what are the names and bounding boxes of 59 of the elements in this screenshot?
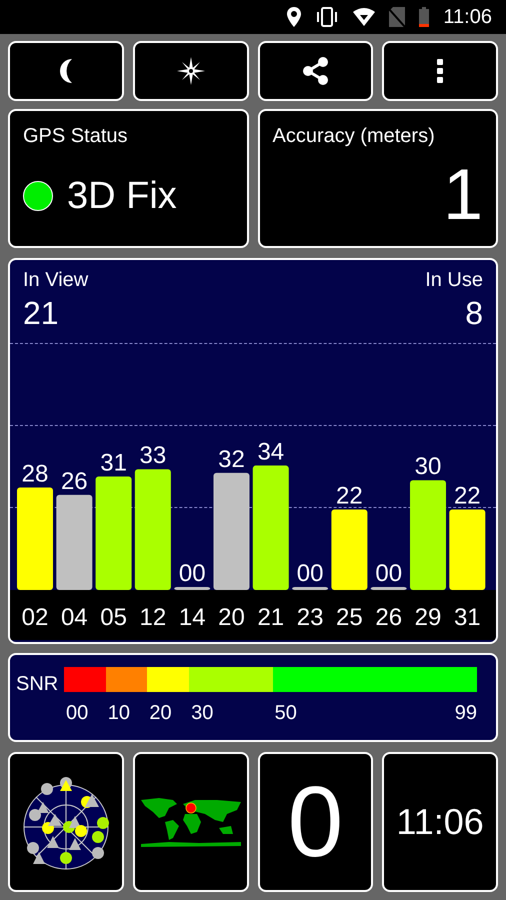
vibrate-icon — [315, 7, 340, 27]
legend-tick: 00 — [66, 701, 88, 726]
bar-value: 33 — [140, 442, 166, 470]
bar-value: 00 — [178, 560, 206, 587]
night-mode-button[interactable] — [8, 41, 124, 101]
in-use-count: 8 — [465, 294, 483, 333]
bar-value: 28 — [22, 460, 48, 488]
clock-tile[interactable]: 11:06 — [382, 752, 498, 892]
legend-tick: 50 — [274, 701, 297, 726]
count-tile[interactable]: 0 — [258, 752, 374, 892]
location-icon — [287, 7, 302, 27]
bar-value: 00 — [296, 560, 324, 587]
status-time: 11:06 — [443, 5, 492, 30]
in-view-count: 21 — [23, 294, 59, 333]
legend-label: SNR — [16, 672, 60, 697]
sky-plot-tile[interactable] — [8, 752, 124, 892]
bar-value: 22 — [336, 482, 363, 510]
satellite-id: 02 — [22, 604, 48, 631]
accuracy-value: 1 — [442, 159, 483, 231]
card-title: GPS Status — [23, 124, 128, 149]
satellite-id: 25 — [336, 604, 363, 631]
battery-icon — [419, 7, 430, 27]
more-icon — [437, 59, 444, 83]
world-map-tile[interactable] — [132, 752, 248, 892]
share-button[interactable] — [258, 41, 374, 101]
in-use-label: In Use — [425, 268, 483, 293]
bar-value: 22 — [454, 482, 481, 510]
compass-button[interactable] — [132, 41, 248, 101]
bar-value: 32 — [218, 446, 245, 473]
card-title: Accuracy (meters) — [272, 124, 435, 149]
moon-icon — [60, 59, 72, 83]
no-sim-icon — [389, 7, 406, 27]
fix-status: 3D Fix — [67, 177, 177, 215]
satellite-id: 20 — [218, 604, 245, 631]
bar-value: 31 — [100, 450, 127, 477]
satellite-id: 04 — [60, 604, 88, 631]
share-icon — [302, 57, 328, 85]
satellite-id: 23 — [296, 604, 324, 631]
in-view-label: In View — [23, 268, 88, 293]
bar-value: 30 — [414, 453, 442, 480]
satellite-id: 05 — [100, 604, 127, 631]
legend-tick: 10 — [108, 701, 130, 726]
bar-value: 26 — [60, 468, 88, 495]
legend-tick: 99 — [454, 701, 477, 726]
satellite-id: 29 — [414, 604, 442, 631]
menu-button[interactable] — [382, 41, 498, 101]
satellite-id: 26 — [375, 604, 402, 631]
satellite-id: 12 — [140, 604, 166, 631]
satellite-id: 31 — [454, 604, 481, 631]
wifi-icon — [353, 8, 376, 26]
legend-tick: 30 — [191, 701, 214, 726]
satellite-id: 21 — [257, 604, 284, 631]
satellite-count: 0 — [288, 772, 344, 872]
bar-value: 34 — [257, 438, 284, 466]
bar-value: 00 — [375, 560, 402, 587]
legend-tick: 20 — [149, 701, 172, 726]
satellite-id: 14 — [178, 604, 206, 631]
clock-time: 11:06 — [396, 804, 484, 840]
compass-star-icon — [176, 57, 205, 85]
